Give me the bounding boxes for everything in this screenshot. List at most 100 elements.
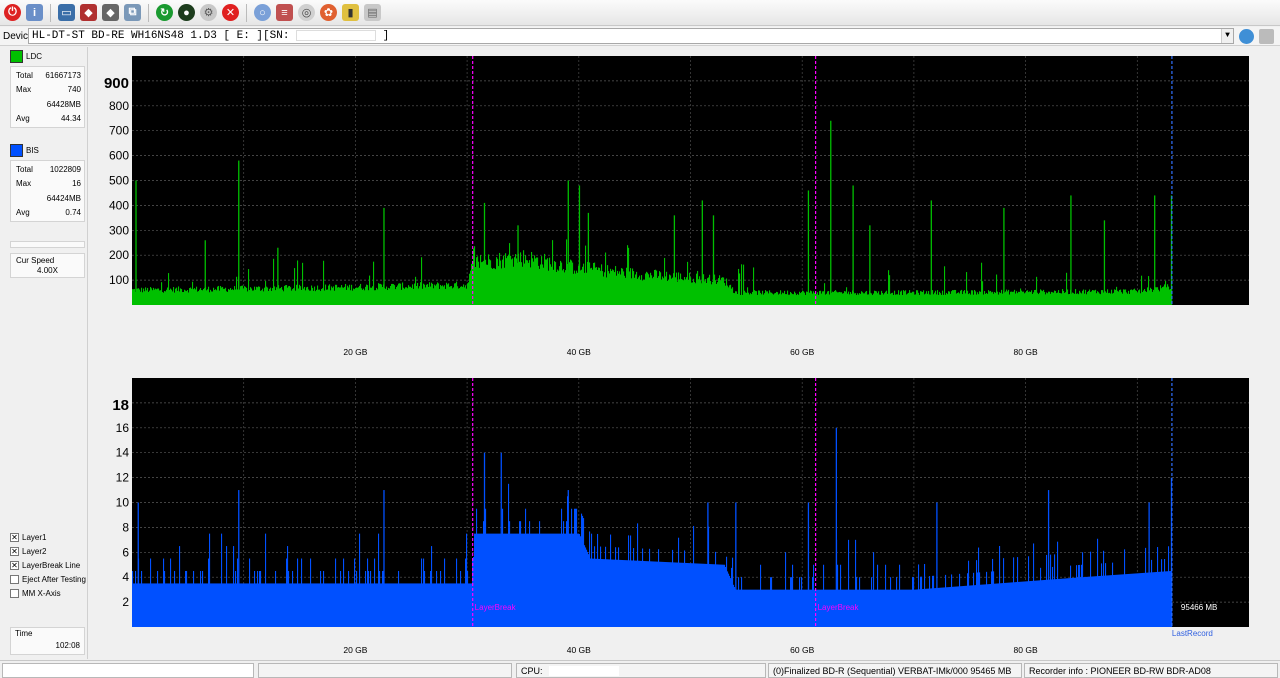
data-column xyxy=(1114,289,1116,305)
x-tick-label: 40 GB xyxy=(567,645,591,655)
eject-icon[interactable] xyxy=(1259,29,1274,44)
checkbox-mm-xaxis[interactable]: MM X-Axis xyxy=(10,589,61,598)
data-column xyxy=(1036,276,1038,305)
data-column xyxy=(1060,293,1062,305)
data-column xyxy=(283,583,285,627)
data-column xyxy=(651,275,653,305)
data-column xyxy=(1108,293,1110,305)
data-column xyxy=(767,291,769,305)
data-column xyxy=(269,288,271,305)
data-column xyxy=(349,284,351,305)
data-column xyxy=(665,562,667,627)
data-column xyxy=(839,291,841,305)
data-column xyxy=(507,533,509,627)
data-column xyxy=(752,589,754,627)
chevron-down-icon[interactable]: ▼ xyxy=(1221,29,1233,43)
data-column xyxy=(539,521,541,627)
data-column xyxy=(185,570,187,627)
data-column xyxy=(222,583,224,627)
data-column xyxy=(848,291,850,305)
blank-disc-icon[interactable]: ◎ xyxy=(298,4,315,21)
data-column xyxy=(875,589,877,627)
data-column xyxy=(301,289,303,305)
data-column xyxy=(447,284,449,305)
data-column xyxy=(525,508,527,627)
refresh-device-icon[interactable] xyxy=(1239,29,1254,44)
data-column xyxy=(893,589,895,627)
start-test-icon[interactable]: ● xyxy=(178,4,195,21)
checkbox-layerbreak[interactable]: ✕ LayerBreak Line xyxy=(10,561,80,570)
refresh-icon[interactable]: ↻ xyxy=(156,4,173,21)
data-column xyxy=(981,584,983,627)
copy-icon[interactable]: ⧉ xyxy=(124,4,141,21)
data-column xyxy=(1125,289,1127,305)
disc-burn-icon[interactable]: ◆ xyxy=(102,4,119,21)
disc-icon[interactable]: ○ xyxy=(254,4,271,21)
disc-erase-icon[interactable]: ◆ xyxy=(80,4,97,21)
data-column xyxy=(589,262,591,305)
data-column xyxy=(921,576,923,627)
data-column xyxy=(1048,291,1050,305)
layer2-checkbox[interactable]: ✕ xyxy=(10,547,19,556)
burn-icon[interactable]: ✿ xyxy=(320,4,337,21)
checkbox-layer2[interactable]: ✕ Layer2 xyxy=(10,547,46,556)
stop-icon[interactable]: ✕ xyxy=(222,4,239,21)
data-column xyxy=(155,288,157,305)
eject-checkbox[interactable] xyxy=(10,575,19,584)
layer1-checkbox[interactable]: ✕ xyxy=(10,533,19,542)
data-column xyxy=(731,288,733,305)
device-select[interactable]: HL-DT-ST BD-RE WH16NS48 1.D3 [ E: ][SN: … xyxy=(28,28,1234,44)
drive-info-icon[interactable]: ▭ xyxy=(58,4,75,21)
data-column xyxy=(341,285,343,305)
checkbox-eject[interactable]: Eject After Testing xyxy=(10,575,86,584)
data-column xyxy=(698,279,700,305)
data-column xyxy=(1010,291,1012,305)
data-column xyxy=(540,264,542,305)
data-column xyxy=(505,533,507,627)
data-column xyxy=(973,294,975,305)
data-column xyxy=(206,290,208,305)
data-column xyxy=(216,290,218,305)
data-column xyxy=(509,243,511,305)
data-column xyxy=(566,521,568,627)
data-column xyxy=(1164,558,1166,627)
data-column xyxy=(562,533,564,627)
data-column xyxy=(172,583,174,627)
data-column xyxy=(294,583,296,627)
data-column xyxy=(809,292,811,305)
data-column xyxy=(642,280,644,305)
data-column xyxy=(1093,576,1095,627)
data-column xyxy=(1150,287,1152,305)
data-column xyxy=(217,583,219,627)
data-column xyxy=(260,290,262,305)
data-column xyxy=(981,262,983,305)
data-column xyxy=(467,570,469,627)
data-column xyxy=(687,261,689,305)
data-column xyxy=(868,589,870,627)
data-column xyxy=(1136,573,1138,627)
data-column xyxy=(330,583,332,627)
data-column xyxy=(779,589,781,627)
data-column xyxy=(744,290,746,305)
data-column xyxy=(237,289,239,305)
save-icon[interactable]: ▤ xyxy=(364,4,381,21)
mm-xaxis-checkbox[interactable] xyxy=(10,589,19,598)
data-column xyxy=(247,291,249,305)
layerbreak-checkbox[interactable]: ✕ xyxy=(10,561,19,570)
chart-icon[interactable]: ▮ xyxy=(342,4,359,21)
data-column xyxy=(669,274,671,305)
data-column xyxy=(515,254,517,305)
data-column xyxy=(493,268,495,305)
data-column xyxy=(727,571,729,627)
scan-icon[interactable]: ≡ xyxy=(276,4,293,21)
data-column xyxy=(368,290,370,305)
info-icon[interactable]: i xyxy=(26,4,43,21)
data-column xyxy=(340,287,342,305)
settings-icon[interactable]: ⚙ xyxy=(200,4,217,21)
data-column xyxy=(769,290,771,305)
power-icon[interactable]: ⏻ xyxy=(4,4,21,21)
data-column xyxy=(1090,292,1092,305)
data-column xyxy=(292,289,294,305)
data-column xyxy=(328,583,330,627)
checkbox-layer1[interactable]: ✕ Layer1 xyxy=(10,533,46,542)
